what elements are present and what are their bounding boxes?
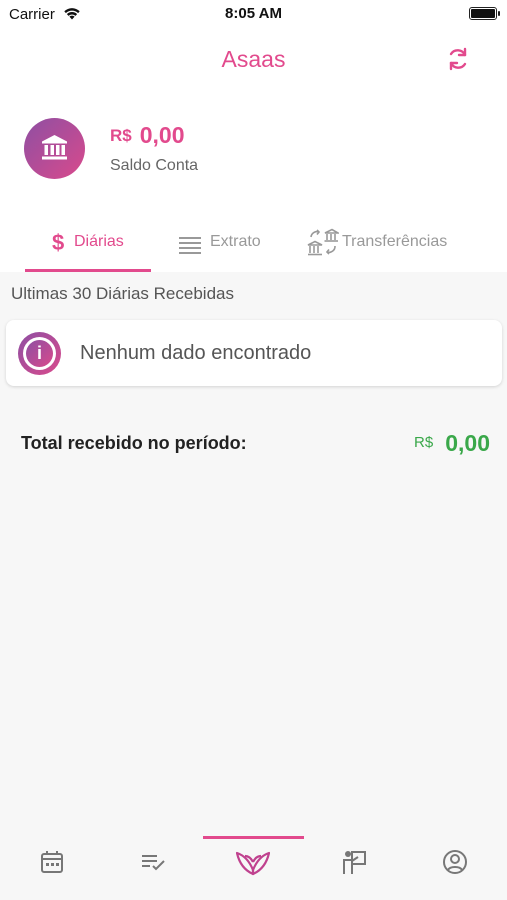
screen: Carrier 8:05 AM Asaas R$ 0,00 Saldo Cont… xyxy=(0,0,507,900)
butterfly-icon[interactable] xyxy=(236,848,272,878)
status-bar: Carrier 8:05 AM xyxy=(0,0,507,28)
tab-transferencias[interactable]: Transferências xyxy=(300,220,480,272)
nav-active-indicator xyxy=(203,836,304,839)
tab-extrato[interactable]: Extrato xyxy=(170,220,280,272)
total-label: Total recebido no período: xyxy=(21,433,247,453)
tab-label: Extrato xyxy=(210,233,261,250)
list-icon xyxy=(178,236,202,259)
tab-diarias[interactable]: $ Diárias xyxy=(25,220,151,272)
refresh-icon[interactable] xyxy=(444,45,472,73)
total-value: 0,00 xyxy=(445,430,490,456)
total-currency: R$ xyxy=(414,434,434,451)
tab-label: Transferências xyxy=(342,233,448,250)
balance-label: Saldo Conta xyxy=(110,157,199,174)
active-tab-indicator xyxy=(25,269,151,272)
account-balance: R$ 0,00 xyxy=(110,122,185,149)
profile-icon[interactable] xyxy=(441,848,471,878)
tab-bar: $ Diárias Extrato Transferências xyxy=(0,220,507,272)
bank-icon xyxy=(24,118,85,179)
empty-state-card: i Nenhum dado encontrado xyxy=(6,320,502,386)
clock: 8:05 AM xyxy=(225,5,282,22)
balance-value: 0,00 xyxy=(139,122,185,148)
transfer-icon xyxy=(307,228,341,263)
page-title: Asaas xyxy=(221,46,286,72)
total-amount: R$ 0,00 xyxy=(414,430,490,457)
header: Asaas R$ 0,00 Saldo Conta $ Diárias Extr… xyxy=(0,28,507,272)
section-caption: Ultimas 30 Diárias Recebidas xyxy=(11,284,234,303)
balance-currency: R$ xyxy=(110,126,132,145)
checklist-icon[interactable] xyxy=(139,848,169,878)
bottom-nav xyxy=(0,836,507,900)
tab-label: Diárias xyxy=(74,233,124,250)
dollar-icon: $ xyxy=(52,230,65,255)
info-icon: i xyxy=(18,332,61,375)
teacher-icon[interactable] xyxy=(340,848,370,878)
battery-icon xyxy=(469,7,500,20)
calendar-icon[interactable] xyxy=(38,848,68,878)
empty-message: Nenhum dado encontrado xyxy=(80,342,312,364)
